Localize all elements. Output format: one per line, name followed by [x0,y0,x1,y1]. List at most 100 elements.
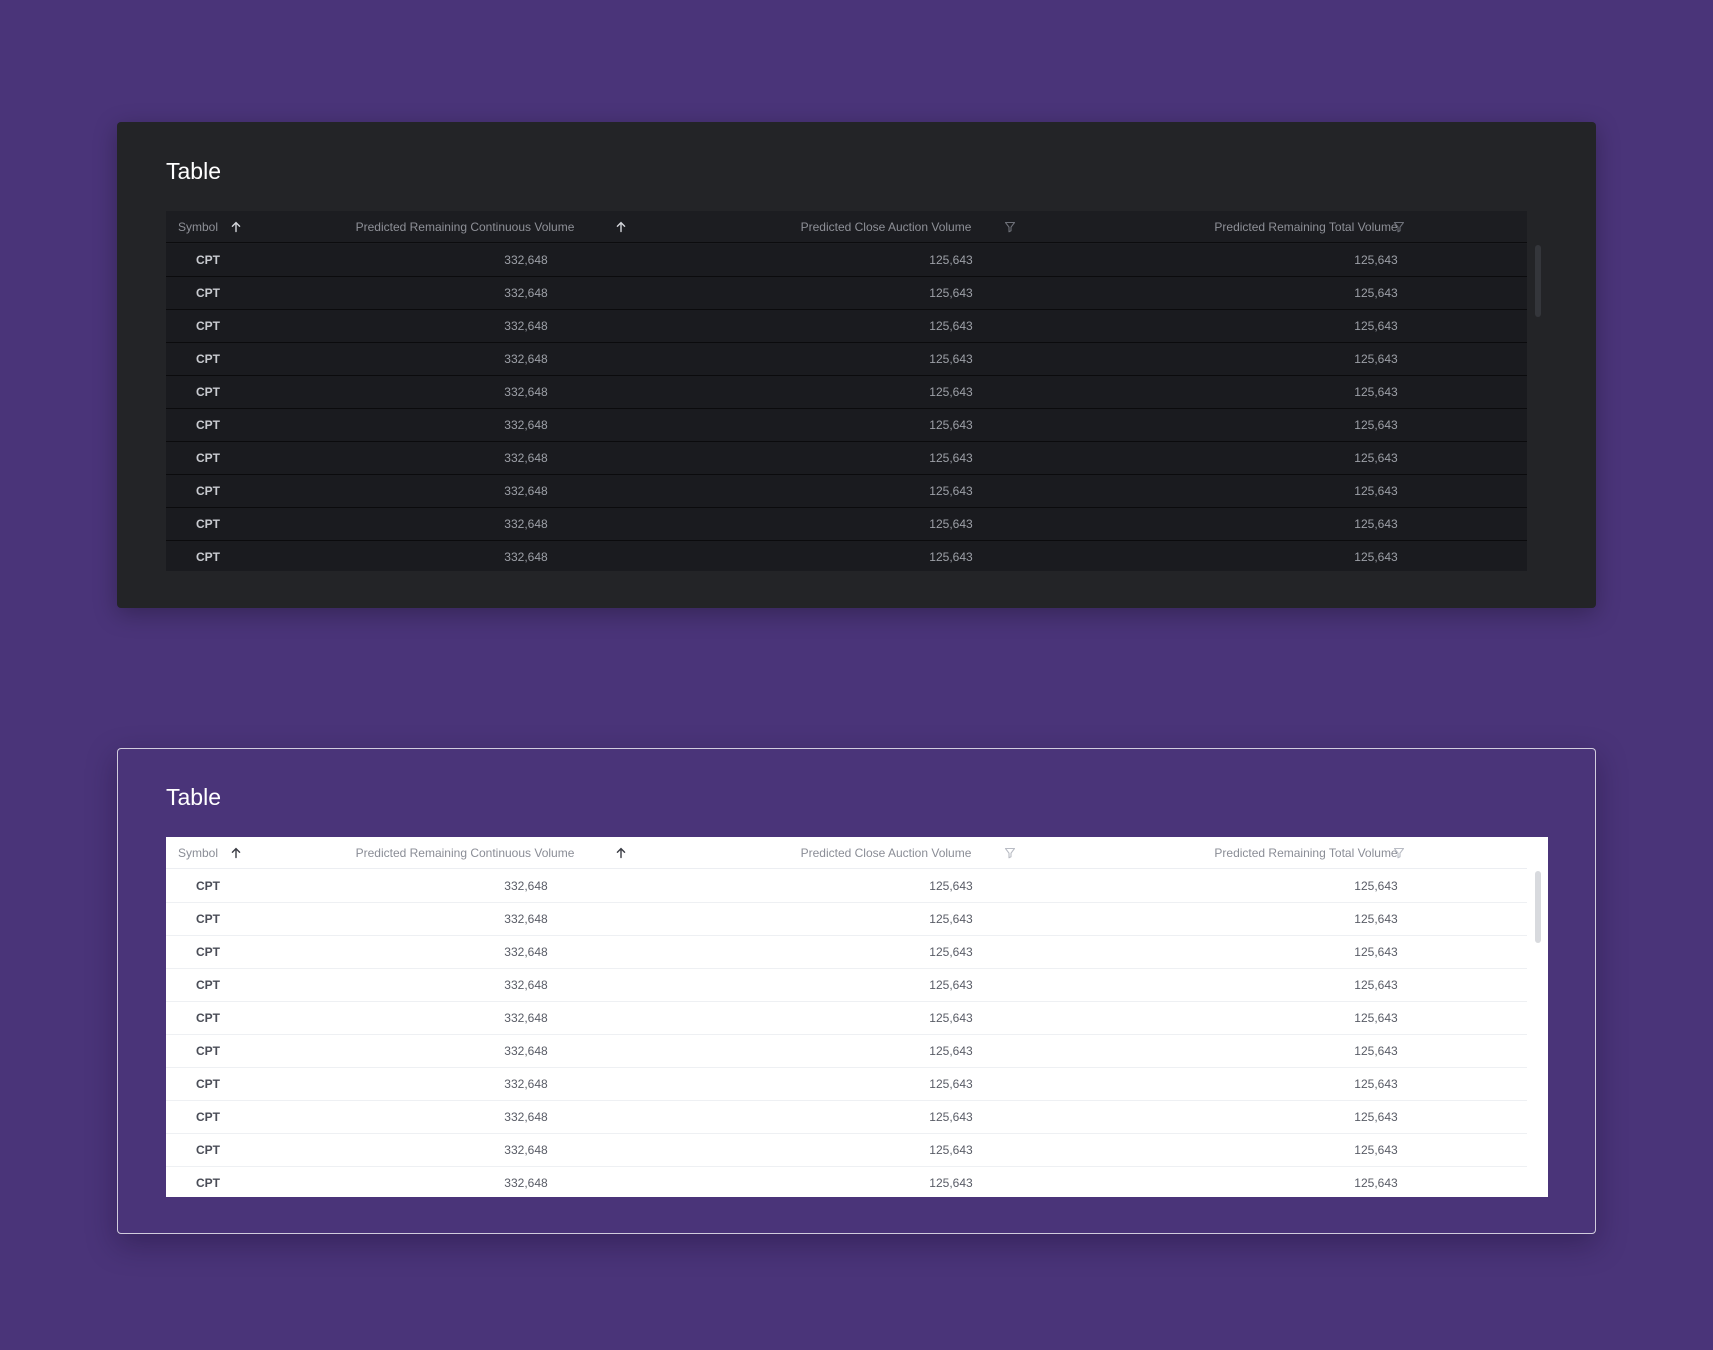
cell-predicted-remaining-total-volume: 125,643 [1354,352,1398,366]
cell-symbol: CPT [196,253,220,267]
column-header-predicted-remaining-total-volume[interactable]: Predicted Remaining Total Volume [1191,211,1421,243]
table-header: Symbol Predicted Remaining Continuous Vo… [166,837,1527,869]
cell-predicted-remaining-continuous-volume: 332,648 [504,286,548,300]
table-row[interactable]: CPT 332,648 125,643 125,643 [166,277,1527,310]
table-row[interactable]: CPT 332,648 125,643 125,643 [166,870,1527,903]
cell-predicted-close-auction-volume: 125,643 [929,1011,973,1025]
cell-symbol: CPT [196,879,220,893]
sort-ascending-icon[interactable] [613,837,629,869]
table-row[interactable]: CPT 332,648 125,643 125,643 [166,936,1527,969]
table-row[interactable]: CPT 332,648 125,643 125,643 [166,1134,1527,1167]
cell-symbol: CPT [196,418,220,432]
cell-symbol: CPT [196,550,220,564]
cell-symbol: CPT [196,978,220,992]
cell-predicted-remaining-total-volume: 125,643 [1354,945,1398,959]
cell-predicted-remaining-continuous-volume: 332,648 [504,319,548,333]
cell-predicted-close-auction-volume: 125,643 [929,1044,973,1058]
table-row[interactable]: CPT 332,648 125,643 125,643 [166,541,1527,571]
column-header-predicted-remaining-total-volume[interactable]: Predicted Remaining Total Volume [1191,837,1421,869]
table-row[interactable]: CPT 332,648 125,643 125,643 [166,244,1527,277]
cell-symbol: CPT [196,1143,220,1157]
cell-predicted-remaining-continuous-volume: 332,648 [504,1110,548,1124]
cell-predicted-close-auction-volume: 125,643 [929,385,973,399]
column-header-predicted-close-auction-volume[interactable]: Predicted Close Auction Volume [786,837,986,869]
scrollbar-thumb[interactable] [1535,245,1541,317]
cell-predicted-remaining-total-volume: 125,643 [1354,286,1398,300]
cell-predicted-close-auction-volume: 125,643 [929,978,973,992]
table-row[interactable]: CPT 332,648 125,643 125,643 [166,409,1527,442]
table-row[interactable]: CPT 332,648 125,643 125,643 [166,1002,1527,1035]
cell-predicted-remaining-total-volume: 125,643 [1354,912,1398,926]
table-row[interactable]: CPT 332,648 125,643 125,643 [166,343,1527,376]
cell-predicted-close-auction-volume: 125,643 [929,484,973,498]
table-row[interactable]: CPT 332,648 125,643 125,643 [166,1101,1527,1134]
column-header-symbol[interactable]: Symbol [178,211,218,243]
vertical-scrollbar[interactable] [1527,211,1548,571]
cell-symbol: CPT [196,912,220,926]
cell-predicted-remaining-continuous-volume: 332,648 [504,352,548,366]
table-row[interactable]: CPT 332,648 125,643 125,643 [166,475,1527,508]
table-row[interactable]: CPT 332,648 125,643 125,643 [166,442,1527,475]
cell-predicted-close-auction-volume: 125,643 [929,1110,973,1124]
cell-symbol: CPT [196,517,220,531]
filter-icon[interactable] [1391,211,1407,243]
table-row[interactable]: CPT 332,648 125,643 125,643 [166,1035,1527,1068]
sort-ascending-icon[interactable] [228,837,244,869]
sort-ascending-icon[interactable] [228,211,244,243]
cell-predicted-close-auction-volume: 125,643 [929,1143,973,1157]
data-table: Symbol Predicted Remaining Continuous Vo… [166,211,1548,571]
cell-predicted-close-auction-volume: 125,643 [929,550,973,564]
cell-predicted-remaining-total-volume: 125,643 [1354,1143,1398,1157]
cell-predicted-remaining-continuous-volume: 332,648 [504,912,548,926]
column-header-predicted-close-auction-volume[interactable]: Predicted Close Auction Volume [786,211,986,243]
cell-predicted-remaining-total-volume: 125,643 [1354,385,1398,399]
cell-predicted-remaining-continuous-volume: 332,648 [504,1176,548,1190]
cell-predicted-close-auction-volume: 125,643 [929,1077,973,1091]
cell-predicted-close-auction-volume: 125,643 [929,1176,973,1190]
cell-symbol: CPT [196,352,220,366]
cell-predicted-remaining-total-volume: 125,643 [1354,1077,1398,1091]
table-row[interactable]: CPT 332,648 125,643 125,643 [166,1167,1527,1197]
sort-ascending-icon[interactable] [613,211,629,243]
data-table: Symbol Predicted Remaining Continuous Vo… [166,837,1548,1197]
column-header-symbol[interactable]: Symbol [178,837,218,869]
cell-predicted-close-auction-volume: 125,643 [929,945,973,959]
filter-icon[interactable] [1002,211,1018,243]
cell-predicted-remaining-total-volume: 125,643 [1354,1044,1398,1058]
cell-predicted-close-auction-volume: 125,643 [929,253,973,267]
cell-predicted-remaining-continuous-volume: 332,648 [504,550,548,564]
cell-predicted-close-auction-volume: 125,643 [929,912,973,926]
cell-symbol: CPT [196,484,220,498]
vertical-scrollbar[interactable] [1527,837,1548,1197]
table-row[interactable]: CPT 332,648 125,643 125,643 [166,376,1527,409]
cell-predicted-remaining-total-volume: 125,643 [1354,517,1398,531]
table-card-dark: Table Symbol Predicted Remaining Continu… [117,122,1596,608]
cell-predicted-remaining-total-volume: 125,643 [1354,978,1398,992]
table-row[interactable]: CPT 332,648 125,643 125,643 [166,969,1527,1002]
table-row[interactable]: CPT 332,648 125,643 125,643 [166,310,1527,343]
cell-predicted-remaining-total-volume: 125,643 [1354,879,1398,893]
cell-predicted-remaining-total-volume: 125,643 [1354,1176,1398,1190]
cell-predicted-remaining-total-volume: 125,643 [1354,418,1398,432]
cell-symbol: CPT [196,286,220,300]
cell-predicted-close-auction-volume: 125,643 [929,352,973,366]
cell-predicted-remaining-continuous-volume: 332,648 [504,978,548,992]
table-row[interactable]: CPT 332,648 125,643 125,643 [166,903,1527,936]
scrollbar-thumb[interactable] [1535,871,1541,943]
column-header-predicted-remaining-continuous-volume[interactable]: Predicted Remaining Continuous Volume [325,211,605,243]
cell-predicted-remaining-continuous-volume: 332,648 [504,484,548,498]
cell-predicted-remaining-continuous-volume: 332,648 [504,1011,548,1025]
cell-predicted-remaining-continuous-volume: 332,648 [504,1077,548,1091]
cell-predicted-remaining-continuous-volume: 332,648 [504,418,548,432]
cell-symbol: CPT [196,1077,220,1091]
filter-icon[interactable] [1391,837,1407,869]
cell-symbol: CPT [196,385,220,399]
column-header-predicted-remaining-continuous-volume[interactable]: Predicted Remaining Continuous Volume [325,837,605,869]
table-card-light: Table Symbol Predicted Remaining Continu… [117,748,1596,1234]
table-row[interactable]: CPT 332,648 125,643 125,643 [166,508,1527,541]
cell-symbol: CPT [196,451,220,465]
filter-icon[interactable] [1002,837,1018,869]
cell-predicted-remaining-continuous-volume: 332,648 [504,253,548,267]
table-row[interactable]: CPT 332,648 125,643 125,643 [166,1068,1527,1101]
cell-predicted-remaining-continuous-volume: 332,648 [504,1143,548,1157]
